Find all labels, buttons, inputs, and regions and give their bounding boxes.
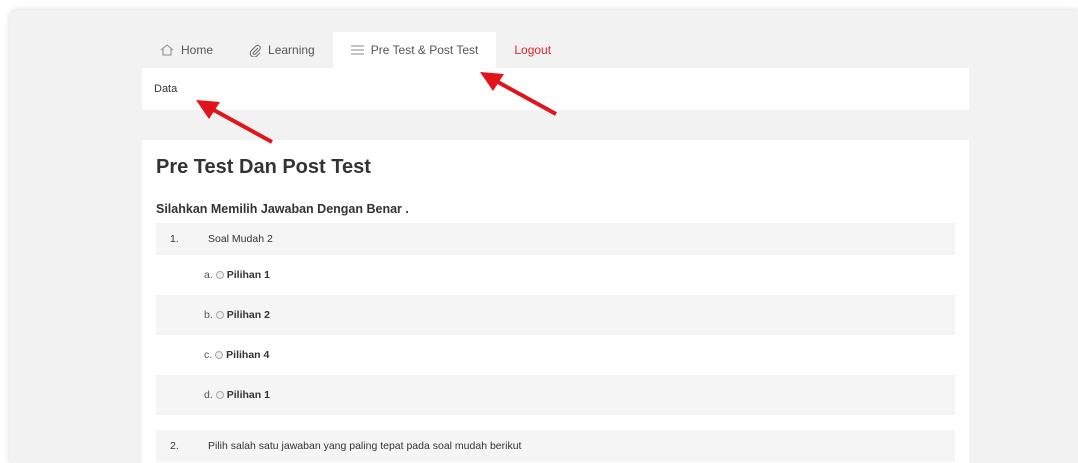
option-letter: d. (204, 389, 213, 401)
quiz-panel: Pre Test Dan Post Test Silahkan Memilih … (142, 140, 969, 463)
option-label: Pilihan 2 (226, 309, 270, 321)
option-letter: a. (204, 269, 213, 281)
question-text: Pilih salah satu jawaban yang paling tep… (208, 440, 522, 452)
option-radio[interactable] (215, 391, 224, 399)
option-letter: b. (204, 309, 213, 321)
menu-lines-icon (350, 45, 364, 55)
option-radio[interactable] (215, 311, 224, 319)
page-title: Pre Test Dan Post Test (156, 156, 371, 178)
tab-logout[interactable]: Logout (496, 32, 569, 68)
question-number: 2. (170, 440, 179, 452)
option-label: Pilihan 1 (226, 269, 270, 281)
tab-pre-post-test[interactable]: Pre Test & Post Test (332, 32, 497, 68)
option-row[interactable]: c. Pilihan 4 (156, 335, 955, 375)
option-radio[interactable] (215, 271, 224, 279)
browser-frame: Home Learning Pre Test & Post Test Logou… (10, 10, 1078, 463)
page-subtitle: Silahkan Memilih Jawaban Dengan Benar . (156, 202, 409, 216)
breadcrumb: Data (142, 68, 969, 110)
option-radio[interactable] (215, 351, 224, 359)
option-row[interactable]: b. Pilihan 2 (156, 295, 955, 335)
question-number: 1. (170, 233, 179, 245)
top-nav: Home Learning Pre Test & Post Test Logou… (142, 32, 569, 68)
question-row: 2. Pilih salah satu jawaban yang paling … (156, 430, 955, 462)
breadcrumb-item-data[interactable]: Data (154, 83, 177, 95)
tab-pre-post-test-label: Pre Test & Post Test (370, 43, 479, 57)
question-text: Soal Mudah 2 (208, 233, 273, 245)
home-icon (160, 44, 174, 56)
tab-logout-label: Logout (514, 43, 552, 57)
option-row[interactable]: d. Pilihan 1 (156, 375, 955, 415)
option-label: Pilihan 1 (226, 389, 270, 401)
question-row: 1. Soal Mudah 2 (156, 223, 955, 255)
paperclip-icon (249, 44, 261, 57)
tab-learning-label: Learning (268, 43, 315, 57)
tab-home-label: Home (181, 43, 214, 57)
option-letter: c. (204, 349, 213, 361)
tab-home[interactable]: Home (142, 32, 231, 68)
option-label: Pilihan 4 (226, 349, 270, 361)
tab-learning[interactable]: Learning (231, 32, 333, 68)
option-row[interactable]: a. Pilihan 1 (156, 255, 955, 295)
